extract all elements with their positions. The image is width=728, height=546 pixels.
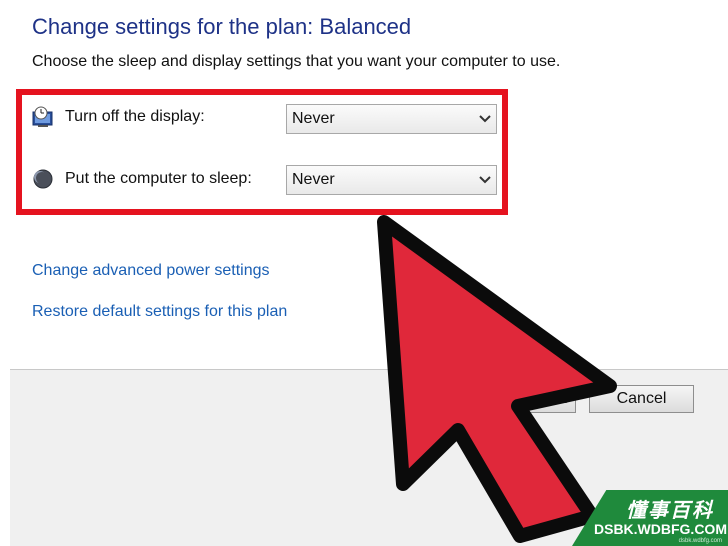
cancel-button[interactable]: Cancel [589,385,694,413]
save-changes-label: nges [534,390,569,407]
cancel-label: Cancel [616,390,667,407]
watermark-tiny-url: dsbk.wdbfg.com [678,538,722,544]
divider [10,369,728,370]
page-description: Choose the sleep and display settings th… [32,53,561,70]
highlight-box [16,89,508,215]
advanced-settings-link[interactable]: Change advanced power settings [32,262,270,280]
save-changes-button[interactable]: nges [470,385,576,413]
page-title: Change settings for the plan: Balanced [32,14,412,39]
restore-defaults-link[interactable]: Restore default settings for this plan [32,303,287,321]
watermark-logo: 懂事百科 DSBK.WDBFG.COM dsbk.wdbfg.com [572,490,728,546]
watermark-brand: 懂事百科 [626,500,714,522]
watermark-domain: DSBK.WDBFG.COM [594,521,727,537]
